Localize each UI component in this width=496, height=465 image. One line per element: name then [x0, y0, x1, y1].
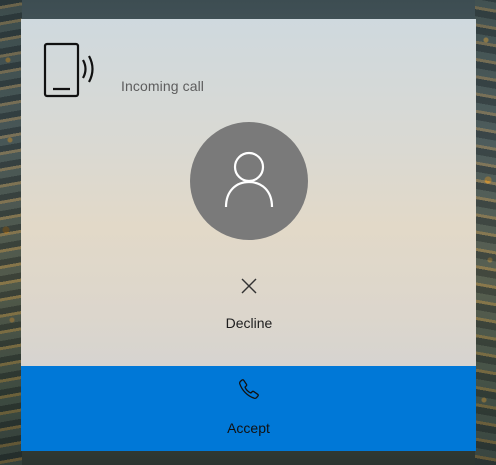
- caller-avatar: [190, 122, 308, 240]
- person-icon: [224, 151, 274, 208]
- phone-handset-icon: [239, 379, 259, 399]
- call-panel-body: Incoming call Decline: [21, 19, 476, 366]
- incoming-call-panel: Incoming call Decline Accept: [21, 19, 476, 451]
- phone-ringing-icon: [43, 42, 94, 98]
- close-icon: [241, 278, 257, 294]
- accept-button[interactable]: Accept: [21, 366, 476, 451]
- accept-label: Accept: [227, 420, 270, 436]
- decline-button[interactable]: Decline: [198, 272, 300, 336]
- decline-label: Decline: [225, 315, 273, 331]
- incoming-call-status: Incoming call: [121, 78, 205, 94]
